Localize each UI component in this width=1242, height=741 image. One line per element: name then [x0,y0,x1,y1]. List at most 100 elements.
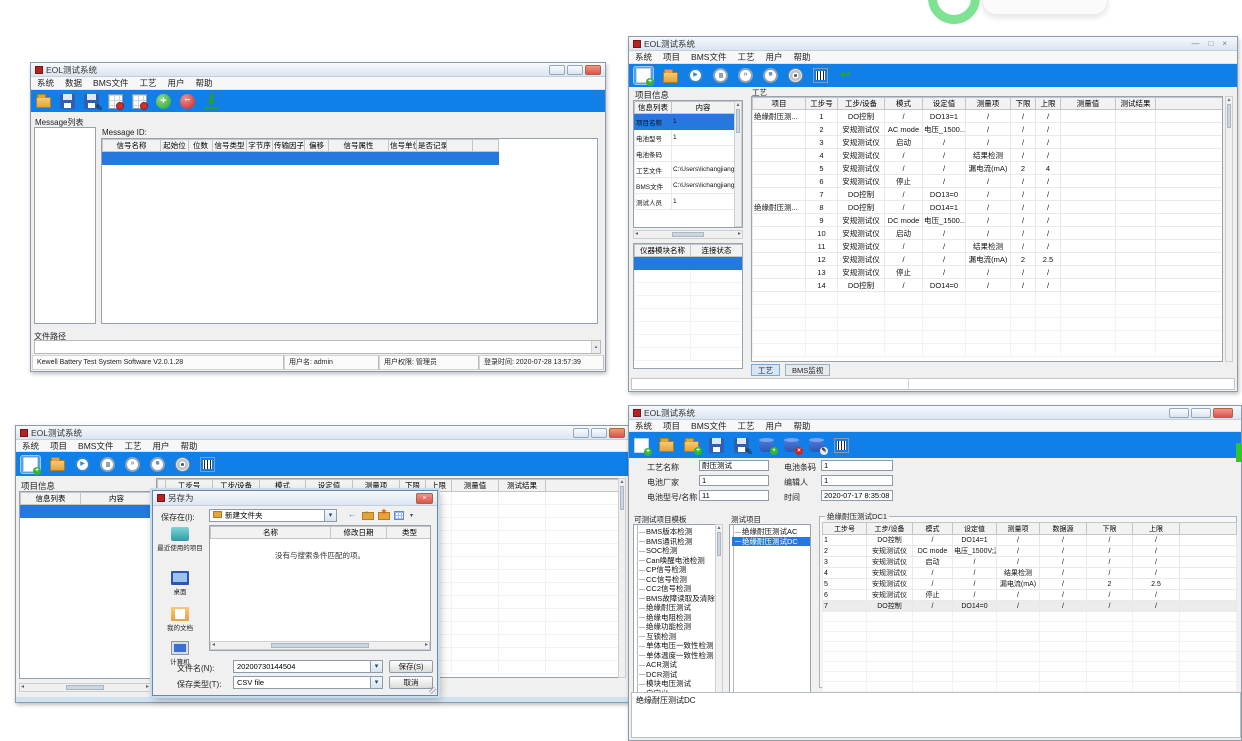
steps-vscrollbar[interactable]: ▲ [1225,96,1233,362]
column-header[interactable]: 模式 [913,523,953,535]
column-header[interactable]: 设定值 [923,98,966,110]
table-row[interactable]: 5安规测试仪//漏电流(mA)24 [753,162,1224,175]
save-as-icon[interactable]: ✎ [84,94,99,109]
column-header[interactable]: 信息列表 [635,102,672,114]
open-file-icon[interactable] [36,97,51,108]
menu-item[interactable]: 用户 [167,77,184,89]
menu-item[interactable]: 帮助 [793,51,810,63]
column-header[interactable]: 修改日期 [331,527,387,539]
db-add-icon[interactable]: + [759,440,774,452]
column-header[interactable]: 信号名称 [103,140,161,152]
list-item[interactable]: 绝缘耐压测试DC [732,537,810,547]
column-header[interactable]: 下限 [1011,98,1036,110]
menu-item[interactable]: 系统 [635,420,652,432]
export-table-icon[interactable] [108,94,123,109]
list-item[interactable]: Can唤醒电池检测 [636,556,722,566]
maximize-button[interactable]: □ [1208,39,1213,48]
list-item[interactable]: DCR测试 [636,670,722,680]
column-header[interactable] [1180,523,1237,535]
table-row[interactable]: 4安规测试仪//结果检测// [753,149,1224,162]
close-button[interactable] [1213,408,1233,418]
table-row[interactable]: 5安规测试仪//漏电流(mA)/22.5 [823,579,1237,590]
column-header[interactable]: 传输因子 [273,140,305,152]
list-item[interactable]: SOC检测 [636,546,722,556]
table-row[interactable]: 3安规测试仪启动///// [823,557,1237,568]
menubar[interactable]: 系统项目BMS文件工艺用户帮助 [16,440,629,452]
save-icon[interactable] [60,94,75,109]
pause-icon[interactable] [100,457,115,472]
editor-input[interactable]: 1 [821,475,893,486]
open-project-icon[interactable] [663,72,678,83]
list-item[interactable]: 绝缘功能检测 [636,622,722,632]
list-item[interactable]: 绝缘耐压测试 [636,603,722,613]
minimize-button[interactable] [1169,408,1189,418]
download-icon[interactable] [204,94,219,109]
column-header[interactable]: 位数 [189,140,213,152]
process-name-input[interactable]: 耐压测试 [699,460,769,471]
column-header[interactable]: 测量值 [452,480,499,492]
template-vscrollbar[interactable]: ▲ [715,524,723,696]
menu-item[interactable]: 用户 [765,420,782,432]
add-row-icon[interactable] [156,94,171,109]
column-header[interactable]: 测量值 [1061,98,1116,110]
column-header[interactable]: 上限 [1036,98,1061,110]
file-type-select[interactable]: CSV file [233,676,383,689]
column-header[interactable]: 类型 [387,527,432,539]
menu-item[interactable]: 工艺 [737,420,754,432]
column-header[interactable]: 信号类型 [213,140,247,152]
table-row[interactable]: 工艺文件C:\Users\lichangjiang\Deskto [635,162,735,178]
table-row[interactable]: 14DO控制/DO14=0/// [753,279,1224,292]
list-item[interactable]: CC2信号检测 [636,584,722,594]
column-header[interactable]: 设定值 [953,523,997,535]
db-delete-icon[interactable]: × [784,440,799,452]
menu-item[interactable]: 系统 [37,77,54,89]
column-header[interactable]: 项目 [753,98,806,110]
file-name-input[interactable]: 20200730144504 [233,660,383,673]
menu-item[interactable]: 数据 [65,77,82,89]
open-project-icon[interactable] [50,460,65,471]
back-icon[interactable]: ← [345,509,359,521]
import-table-icon[interactable] [132,94,147,109]
table-row[interactable]: 3安规测试仪启动//// [753,136,1224,149]
maximize-button[interactable] [591,428,607,438]
views-menu-icon[interactable]: ▾ [393,509,413,521]
table-row[interactable]: 电池型号1 [635,130,735,146]
minimize-button[interactable] [549,65,565,75]
menu-item[interactable]: BMS文件 [691,420,726,432]
start-icon[interactable]: ▶ [688,68,703,83]
place-recent[interactable]: 最近使用的项目 [156,527,204,552]
menu-item[interactable]: BMS文件 [691,51,726,63]
cancel-button[interactable]: 取消 [389,676,433,689]
message-list-box[interactable] [34,127,96,324]
column-header[interactable]: 下限 [1087,523,1133,535]
time-input[interactable]: 2020-07-17 8:35:08 [821,490,893,501]
menu-item[interactable]: 项目 [663,51,680,63]
column-header[interactable]: 偏移 [305,140,329,152]
column-header[interactable]: 工步号 [806,98,838,110]
battery-maker-input[interactable]: 1 [699,475,769,486]
menubar[interactable]: 系统项目BMS文件工艺用户帮助 [629,51,1237,64]
menu-item[interactable]: 帮助 [180,440,197,452]
table-row[interactable]: 7DO控制/DO14=0//// [823,601,1237,612]
maximize-button[interactable] [1191,408,1211,418]
list-item[interactable]: 单体电压一致性检测 [636,641,722,651]
new-project-button[interactable] [634,67,653,84]
table-row[interactable]: 10安规测试仪启动//// [753,227,1224,240]
menu-item[interactable]: 项目 [663,420,680,432]
selected-empty-row[interactable] [635,257,743,270]
column-header[interactable]: 测试结果 [499,480,546,492]
column-header[interactable]: 内容 [672,102,735,114]
list-item[interactable]: CP信号检测 [636,565,722,575]
start-icon[interactable]: ▶ [75,457,90,472]
table-row[interactable]: 4安规测试仪//结果检测/// [823,568,1237,579]
column-header[interactable]: 信号属性 [329,140,389,152]
tab-process[interactable]: 工艺 [751,364,780,376]
battery-barcode-input[interactable]: 1 [821,460,893,471]
disc-icon[interactable] [175,457,190,472]
table-row[interactable]: 9安规测试仪DC mode电压_1500.../// [753,214,1224,227]
menu-item[interactable]: 用户 [765,51,782,63]
save-button[interactable]: 保存(S) [389,660,433,673]
titlebar[interactable]: EOL测试系统 [31,63,605,77]
menu-item[interactable]: BMS文件 [78,440,113,452]
minimize-button[interactable]: — [1191,39,1199,48]
